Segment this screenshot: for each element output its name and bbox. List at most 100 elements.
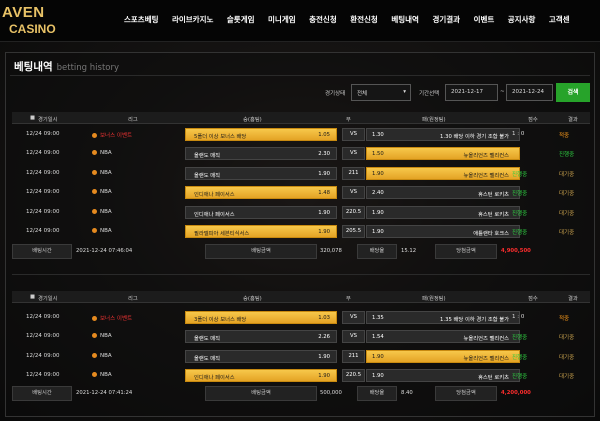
away-odds: 1.90 — [372, 353, 384, 360]
league-name: 보너스 이벤트 — [100, 133, 133, 139]
search-button[interactable]: 검색 — [556, 83, 590, 102]
away-pick[interactable]: 1.35 1.35 배당 이하 경기 조합 불가 — [366, 311, 520, 324]
header-time: 경기일시 — [38, 117, 58, 123]
draw-cell[interactable]: VS — [342, 311, 365, 324]
header-result: 결과 — [568, 296, 578, 302]
table-header: ■ 경기일시 리그 승(홈팀) 무 패(원정팀) 점수 결과 — [12, 112, 590, 124]
draw-cell[interactable]: VS — [342, 147, 365, 161]
result-status: 대기중 — [559, 171, 575, 178]
date-from-input[interactable]: 2021-12-17 — [445, 84, 498, 101]
header-draw: 무 — [346, 117, 351, 123]
win-amount-label: 당첨금액 — [435, 244, 497, 259]
draw-cell[interactable]: 211 — [342, 166, 365, 180]
win-amount-value: 4,200,000 — [501, 390, 531, 396]
header-home: 승(홈팀) — [243, 296, 262, 302]
table-row: 12/24 09:00 NBA 올랜도 매직 1.90 211 1.90 뉴올리… — [12, 348, 590, 365]
table-row: 12/24 09:00 NBA 인디애나 페이서스 1.90 220.5 1.9… — [12, 204, 590, 221]
away-pick[interactable]: 1.90 뉴올리언즈 펠리컨스 — [366, 166, 520, 180]
table-separator — [12, 274, 590, 275]
bet-time-label: 배팅시간 — [12, 244, 72, 259]
home-pick[interactable]: 올랜도 매직 1.90 — [185, 166, 337, 180]
nav-support[interactable]: 고객센 — [549, 14, 570, 25]
date-to-input[interactable]: 2021-12-24 — [506, 84, 553, 101]
away-pick[interactable]: 1.50 뉴올리언즈 펠리컨스 — [366, 147, 520, 161]
home-odds: 1.48 — [318, 190, 330, 197]
bet-time-label: 배팅시간 — [12, 386, 72, 401]
away-pick[interactable]: 1.54 뉴올리언즈 펠리컨스 — [366, 330, 520, 344]
away-pick[interactable]: 2.40 휴스턴 로키츠 — [366, 186, 520, 200]
nav-event[interactable]: 이벤트 — [474, 14, 495, 25]
league-name: NBA — [100, 169, 112, 176]
page-title-text: 베팅내역 — [14, 61, 53, 73]
draw-cell[interactable]: VS — [342, 128, 365, 141]
league-cell: NBA — [92, 169, 112, 183]
period-label: 기간선택 — [419, 91, 440, 97]
draw-cell[interactable]: 211 — [342, 349, 365, 363]
draw-cell[interactable]: VS — [342, 330, 365, 344]
odds-value: 15.12 — [401, 248, 417, 254]
league-cell: NBA — [92, 208, 112, 222]
league-cell: NBA — [92, 352, 112, 366]
nav-slot[interactable]: 슬롯게임 — [227, 14, 255, 25]
basketball-icon — [92, 208, 97, 214]
odds-label: 배당율 — [357, 386, 397, 401]
nav-sports[interactable]: 스포츠베팅 — [124, 14, 159, 25]
header-checkbox-icon[interactable]: ■ — [30, 115, 35, 121]
home-odds: 1.90 — [318, 229, 330, 235]
basketball-icon — [92, 333, 97, 339]
table-row: 12/24 09:00 NBA 올랜도 매직 1.90 211 1.90 뉴올리… — [12, 165, 590, 182]
bet-amount-value: 500,000 — [320, 390, 342, 396]
away-team: 휴스턴 로키츠 — [478, 211, 509, 218]
nav-mini-game[interactable]: 미니게임 — [268, 14, 296, 25]
home-pick[interactable]: 3폴더 이상 보너스 배당 1.03 — [185, 311, 337, 324]
away-odds: 1.90 — [372, 373, 384, 380]
league-cell: 보너스 이벤트 — [92, 131, 132, 144]
nav-notice[interactable]: 공지사항 — [508, 14, 536, 25]
result-status: 진행중 — [559, 152, 575, 159]
result-status: 대기중 — [559, 354, 575, 361]
nav-deposit[interactable]: 충전신청 — [309, 14, 337, 25]
home-pick[interactable]: 5폴더 이상 보너스 배당 1.05 — [185, 128, 337, 141]
home-pick[interactable]: 올랜도 매직 1.90 — [185, 349, 337, 363]
logo-line1: AVEN — [2, 4, 45, 21]
away-pick[interactable]: 1.90 뉴올리언즈 펠리컨스 — [366, 349, 520, 363]
draw-cell[interactable]: 220.5 — [342, 205, 365, 219]
header-league: 리그 — [128, 117, 138, 123]
nav-results[interactable]: 경기결과 — [432, 14, 460, 25]
status-select[interactable]: 전체 ▾ — [351, 84, 411, 101]
home-odds: 1.90 — [318, 373, 330, 380]
status-label: 경기상태 — [325, 91, 346, 97]
header-checkbox-icon[interactable]: ■ — [30, 294, 35, 300]
match-time: 12/24 09:00 — [26, 372, 60, 379]
home-pick[interactable]: 올랜도 매직 2.30 — [185, 147, 337, 161]
nav-bet-history[interactable]: 베팅내역 — [391, 14, 419, 25]
home-pick[interactable]: 필라델피아 세븐티식서스 1.90 — [185, 225, 337, 238]
home-team: 3폴더 이상 보너스 배당 — [194, 317, 247, 323]
away-pick[interactable]: 1.90 휴스턴 로키츠 — [366, 369, 520, 383]
nav-live-casino[interactable]: 라이브카지노 — [172, 14, 213, 25]
chevron-down-icon: ▾ — [403, 89, 406, 95]
away-pick[interactable]: 1.90 애틀랜타 호크스 — [366, 225, 520, 238]
result-status: 대기중 — [559, 230, 575, 236]
home-pick[interactable]: 인디애나 페이서스 1.90 — [185, 205, 337, 219]
away-team: 뉴올리언즈 펠리컨스 — [463, 153, 509, 160]
header-time: 경기일시 — [38, 296, 58, 302]
league-name: NBA — [100, 189, 112, 196]
score: 진행중 — [512, 354, 528, 361]
draw-cell[interactable]: 205.5 — [342, 225, 365, 238]
draw-cell[interactable]: 220.5 — [342, 369, 365, 383]
home-pick[interactable]: 인디애나 페이서스 1.90 — [185, 369, 337, 383]
home-pick[interactable]: 올랜도 매직 2.26 — [185, 330, 337, 344]
away-team: 휴스턴 로키츠 — [478, 192, 509, 199]
home-team: 올랜도 매직 — [194, 336, 221, 343]
nav-withdraw[interactable]: 환전신청 — [350, 14, 378, 25]
draw-cell[interactable]: VS — [342, 186, 365, 200]
date-to-value: 2021-12-24 — [512, 89, 544, 95]
score: 진행중 — [512, 374, 528, 381]
result-status: 대기중 — [559, 210, 575, 217]
away-pick[interactable]: 1.30 1.30 배당 이하 경기 조합 불가 — [366, 128, 520, 141]
away-pick[interactable]: 1.90 휴스턴 로키츠 — [366, 205, 520, 219]
date-from-value: 2021-12-17 — [451, 89, 483, 95]
logo[interactable]: AVEN CASINO — [2, 4, 72, 38]
home-pick[interactable]: 인디애나 페이서스 1.48 — [185, 186, 337, 200]
